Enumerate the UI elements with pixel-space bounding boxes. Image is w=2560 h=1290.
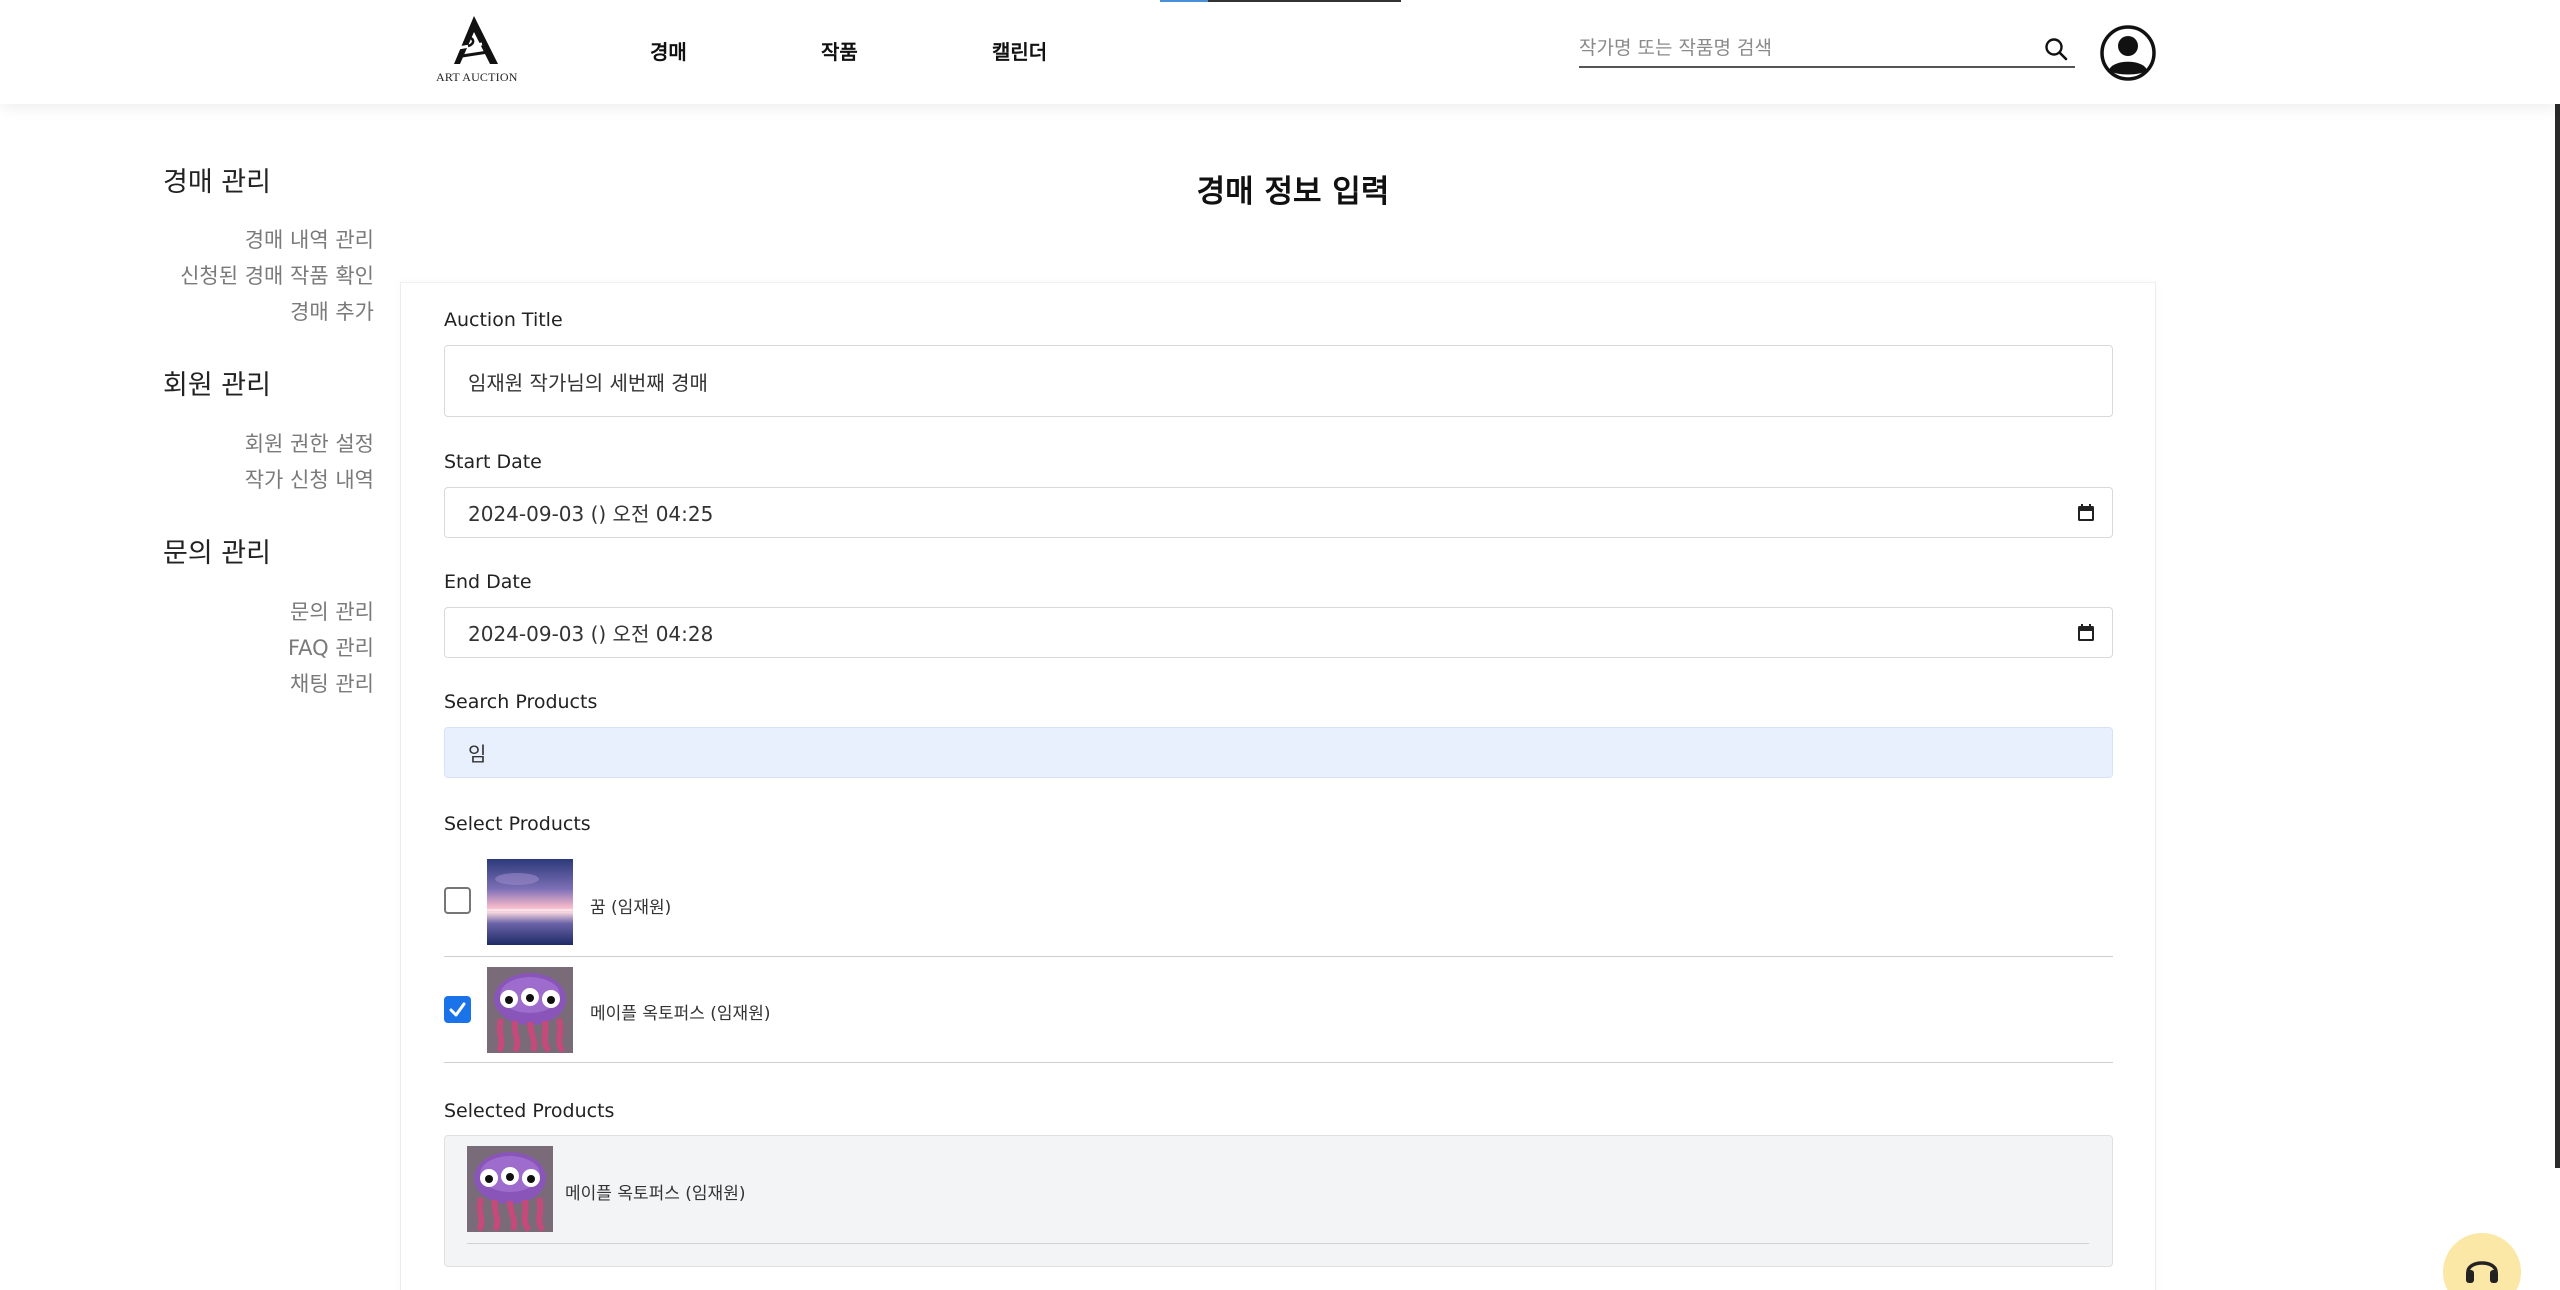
logo-text: ART AUCTION (436, 70, 518, 84)
user-avatar-icon[interactable] (2100, 25, 2156, 81)
selected-products-label: Selected Products (444, 1100, 615, 1122)
admin-sidebar: 경매 관리 경매 내역 관리 신청된 경매 작품 확인 경매 추가 회원 관리 … (0, 104, 400, 1290)
nav-calendar[interactable]: 캘린더 (992, 36, 1047, 65)
header-search (1579, 30, 2075, 68)
auction-title-label: Auction Title (444, 309, 563, 331)
calendar-icon[interactable] (2076, 503, 2096, 523)
chat-support-button[interactable] (2443, 1233, 2521, 1290)
header-search-input[interactable] (1579, 32, 2019, 64)
logo[interactable]: ART AUCTION (436, 14, 518, 86)
product-row[interactable]: 메이플 옥토퍼스 (임재원) (444, 957, 2113, 1063)
selected-product-item: 메이플 옥토퍼스 (임재원) (467, 1146, 2089, 1244)
product-name: 꿈 (임재원) (590, 898, 672, 918)
end-date-label: End Date (444, 571, 532, 593)
end-date-value: 2024-09-03 () 오전 04:28 (468, 622, 714, 646)
sidebar-item-faq[interactable]: FAQ 관리 (288, 632, 374, 662)
select-products-label: Select Products (444, 813, 591, 835)
logo-mark-icon (454, 16, 498, 64)
page-title: 경매 정보 입력 (1196, 174, 1390, 210)
top-active-indicator (1160, 0, 1401, 2)
sidebar-item-artist-applications[interactable]: 작가 신청 내역 (245, 464, 374, 494)
auction-title-input[interactable]: 임재원 작가님의 세번째 경매 (444, 345, 2113, 417)
nav-artworks[interactable]: 작품 (821, 36, 858, 65)
sidebar-group-member-title: 회원 관리 (163, 370, 271, 401)
sidebar-group-inquiry-title: 문의 관리 (163, 538, 271, 569)
sunset-lake-thumbnail (487, 859, 573, 945)
start-date-value: 2024-09-03 () 오전 04:25 (468, 502, 714, 526)
sidebar-item-auction-history[interactable]: 경매 내역 관리 (245, 224, 374, 254)
product-name: 메이플 옥토퍼스 (임재원) (590, 1004, 771, 1024)
page-scrollbar[interactable] (2555, 0, 2560, 1168)
search-products-label: Search Products (444, 691, 598, 713)
sidebar-item-chat[interactable]: 채팅 관리 (290, 668, 374, 698)
nav-auction[interactable]: 경매 (650, 36, 687, 65)
product-checkbox-checked[interactable] (444, 996, 471, 1023)
sidebar-item-add-auction[interactable]: 경매 추가 (290, 296, 374, 326)
headset-icon (2466, 1261, 2498, 1283)
search-products-input[interactable]: 임 (444, 727, 2113, 778)
calendar-icon[interactable] (2076, 623, 2096, 643)
sidebar-item-inquiries[interactable]: 문의 관리 (290, 596, 374, 626)
selected-products-box: 메이플 옥토퍼스 (임재원) (444, 1135, 2113, 1267)
selected-product-name: 메이플 옥토퍼스 (임재원) (565, 1184, 746, 1204)
octopus-thumbnail (487, 967, 573, 1053)
sidebar-item-member-permissions[interactable]: 회원 권한 설정 (245, 428, 374, 458)
octopus-thumbnail (467, 1146, 553, 1232)
start-date-input[interactable]: 2024-09-03 () 오전 04:25 (444, 487, 2113, 538)
sidebar-item-applied-artworks[interactable]: 신청된 경매 작품 확인 (180, 260, 374, 290)
search-icon[interactable] (2043, 36, 2069, 62)
product-checkbox-unchecked[interactable] (444, 887, 471, 914)
end-date-input[interactable]: 2024-09-03 () 오전 04:28 (444, 607, 2113, 658)
start-date-label: Start Date (444, 451, 542, 473)
top-header: ART AUCTION 경매 작품 캘린더 (0, 0, 2560, 104)
product-row[interactable]: 꿈 (임재원) (444, 851, 2113, 957)
